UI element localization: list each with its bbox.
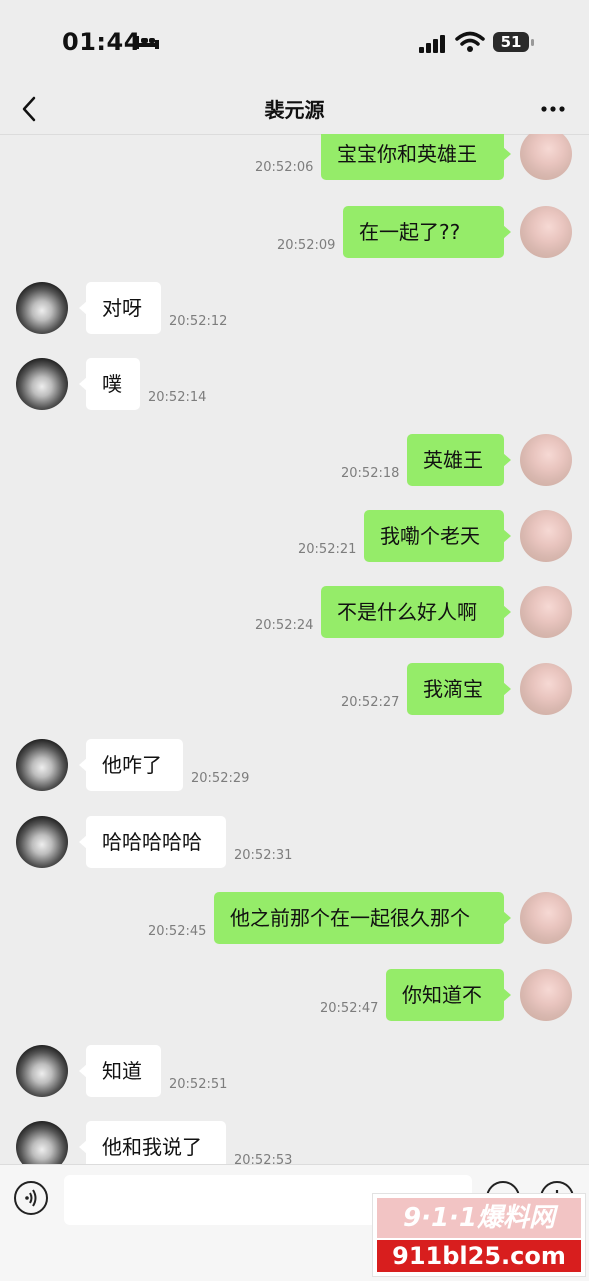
nav-bar: 裴元源 (0, 84, 589, 135)
status-time: 01:44 (62, 28, 141, 56)
message-bubble[interactable]: 我滴宝 (407, 663, 511, 715)
message-timestamp: 20:52:53 (234, 1153, 293, 1164)
contact-avatar[interactable] (16, 1045, 68, 1097)
my-avatar[interactable] (520, 663, 572, 715)
message-timestamp: 20:52:18 (341, 466, 400, 481)
message-list[interactable]: 宝宝你和英雄王 20:52:06 在一起了?? 20:52:09 对呀 20:52:12 噗… (0, 134, 589, 1164)
contact-avatar[interactable] (16, 358, 68, 410)
wifi-icon (455, 31, 485, 52)
contact-avatar[interactable] (16, 739, 68, 791)
contact-avatar[interactable] (16, 282, 68, 334)
message-row: 他和我说了 20:52:53 (0, 1121, 589, 1164)
message-row: 我嘞个老天 20:52:21 (0, 510, 589, 570)
message-timestamp: 20:52:24 (255, 618, 314, 633)
message-bubble[interactable]: 知道 (79, 1045, 161, 1097)
message-timestamp: 20:52:12 (169, 314, 228, 329)
message-timestamp: 20:52:29 (191, 771, 250, 786)
bed-icon (135, 36, 159, 49)
message-row: 他咋了 20:52:29 (0, 739, 589, 799)
message-bubble[interactable]: 噗 (79, 358, 140, 410)
message-bubble[interactable]: 不是什么好人啊 (321, 586, 511, 638)
message-timestamp: 20:52:27 (341, 695, 400, 710)
status-bar: 01:44 51 (0, 0, 589, 84)
watermark-logo: 9·1·1爆料网 (377, 1198, 581, 1238)
message-timestamp: 20:52:31 (234, 848, 293, 863)
message-row: 你知道不 20:52:47 (0, 969, 589, 1029)
message-bubble[interactable]: 他咋了 (79, 739, 183, 791)
message-bubble[interactable]: 他之前那个在一起很久那个 (214, 892, 511, 944)
message-bubble[interactable]: 对呀 (79, 282, 161, 334)
my-avatar[interactable] (520, 586, 572, 638)
message-row: 在一起了?? 20:52:09 (0, 206, 589, 266)
my-avatar[interactable] (520, 892, 572, 944)
message-row: 噗 20:52:14 (0, 358, 589, 418)
my-avatar[interactable] (520, 134, 572, 180)
message-row: 对呀 20:52:12 (0, 282, 589, 342)
message-bubble[interactable]: 英雄王 (407, 434, 511, 486)
message-bubble[interactable]: 哈哈哈哈哈 (79, 816, 226, 868)
message-timestamp: 20:52:06 (255, 160, 314, 175)
message-row: 知道 20:52:51 (0, 1045, 589, 1105)
message-timestamp: 20:52:47 (320, 1001, 379, 1016)
my-avatar[interactable] (520, 434, 572, 486)
watermark: 9·1·1爆料网 911bl25.com (372, 1193, 586, 1277)
message-row: 英雄王 20:52:18 (0, 434, 589, 494)
contact-avatar[interactable] (16, 1121, 68, 1164)
message-timestamp: 20:52:21 (298, 542, 357, 557)
contact-avatar[interactable] (16, 816, 68, 868)
signal-icon (419, 35, 445, 53)
my-avatar[interactable] (520, 969, 572, 1021)
message-row: 我滴宝 20:52:27 (0, 663, 589, 723)
message-timestamp: 20:52:14 (148, 390, 207, 405)
message-row: 不是什么好人啊 20:52:24 (0, 586, 589, 646)
message-row: 他之前那个在一起很久那个 20:52:45 (0, 892, 589, 952)
voice-icon[interactable] (14, 1181, 48, 1215)
message-bubble[interactable]: 在一起了?? (343, 206, 511, 258)
message-bubble[interactable]: 我嘞个老天 (364, 510, 511, 562)
battery-level: 51 (493, 32, 529, 52)
watermark-url: 911bl25.com (377, 1240, 581, 1272)
message-bubble[interactable]: 他和我说了 (79, 1121, 226, 1164)
message-bubble[interactable]: 你知道不 (386, 969, 511, 1021)
battery-indicator: 51 (493, 32, 535, 54)
message-bubble[interactable]: 宝宝你和英雄王 (321, 134, 511, 180)
my-avatar[interactable] (520, 510, 572, 562)
more-icon[interactable] (540, 96, 566, 122)
chat-title: 裴元源 (264, 98, 325, 122)
message-timestamp: 20:52:51 (169, 1077, 228, 1092)
message-timestamp: 20:52:45 (148, 924, 207, 939)
my-avatar[interactable] (520, 206, 572, 258)
message-row: 宝宝你和英雄王 20:52:06 (0, 134, 589, 188)
battery-nub (531, 39, 534, 46)
message-row: 哈哈哈哈哈 20:52:31 (0, 816, 589, 876)
message-timestamp: 20:52:09 (277, 238, 336, 253)
